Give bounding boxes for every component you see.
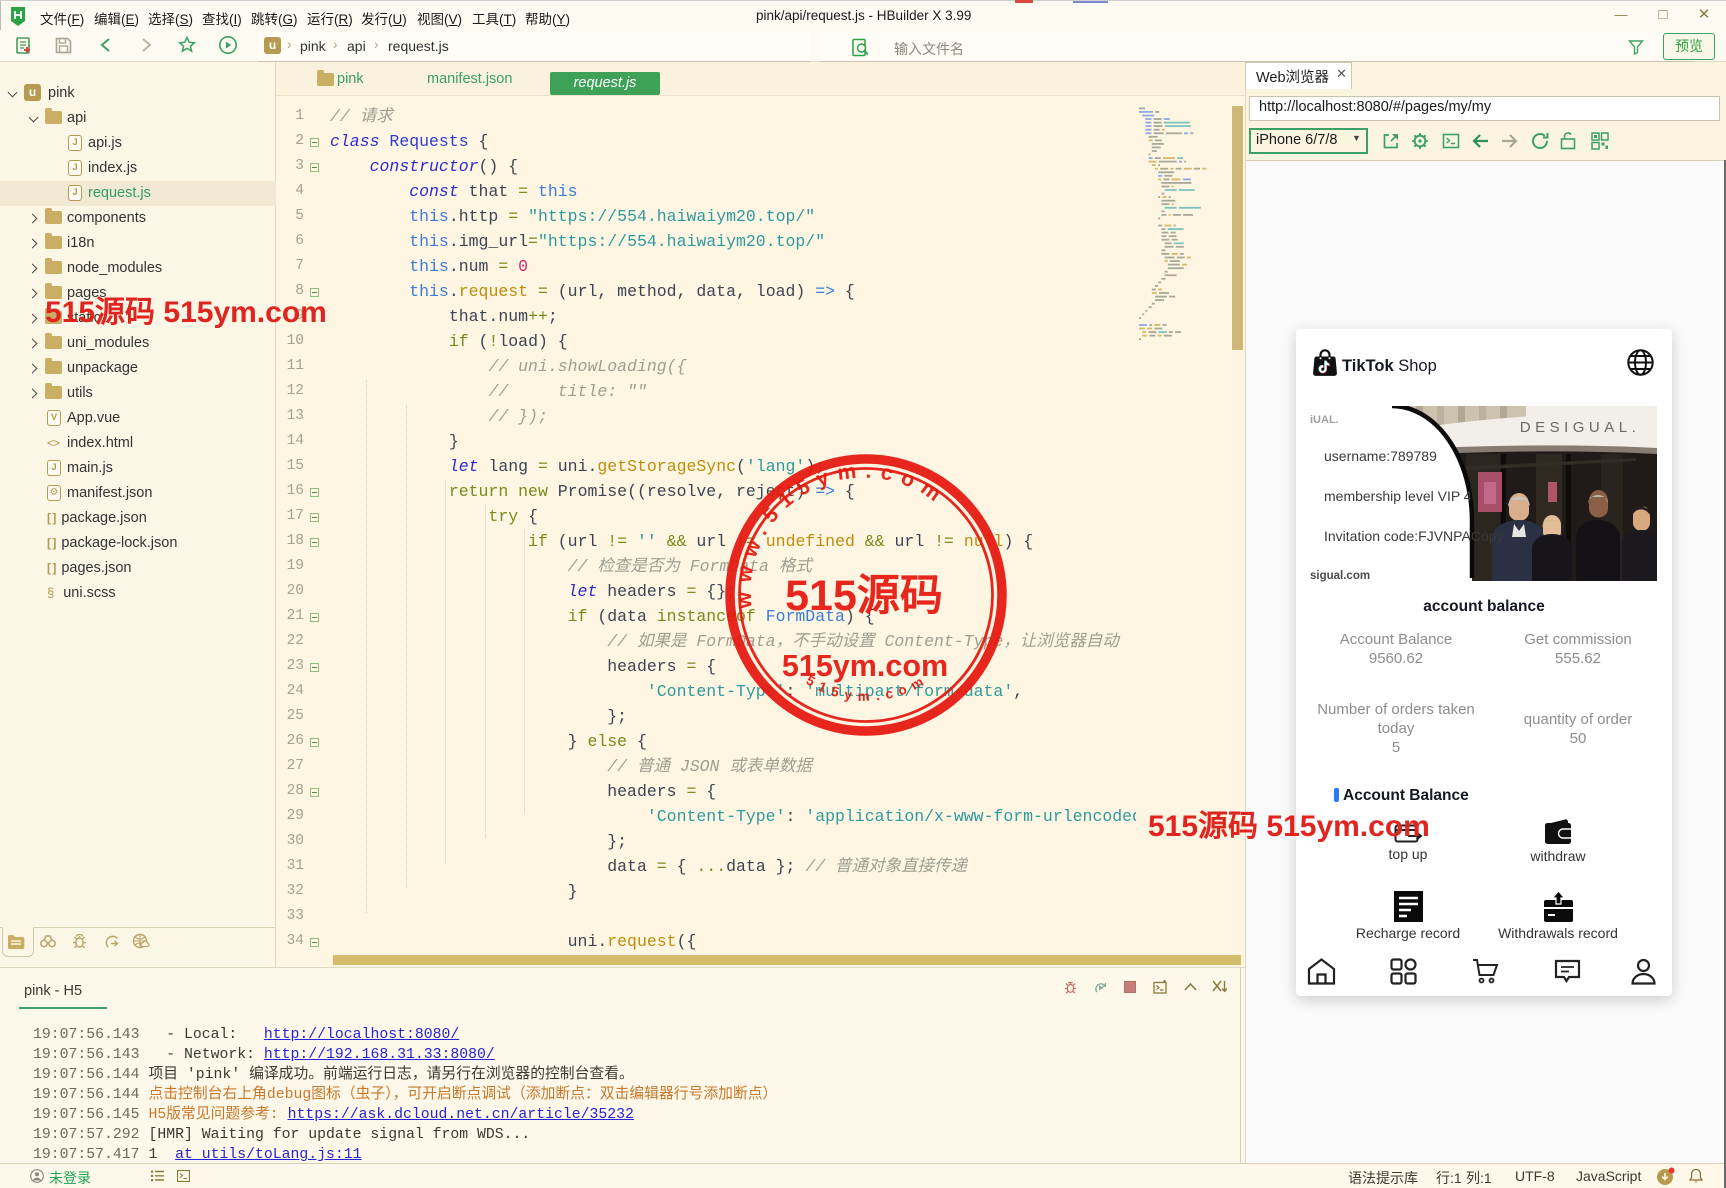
svg-text:515源码: 515源码 [785, 572, 943, 620]
svg-text:DESIGUAL.: DESIGUAL. [1520, 419, 1641, 436]
